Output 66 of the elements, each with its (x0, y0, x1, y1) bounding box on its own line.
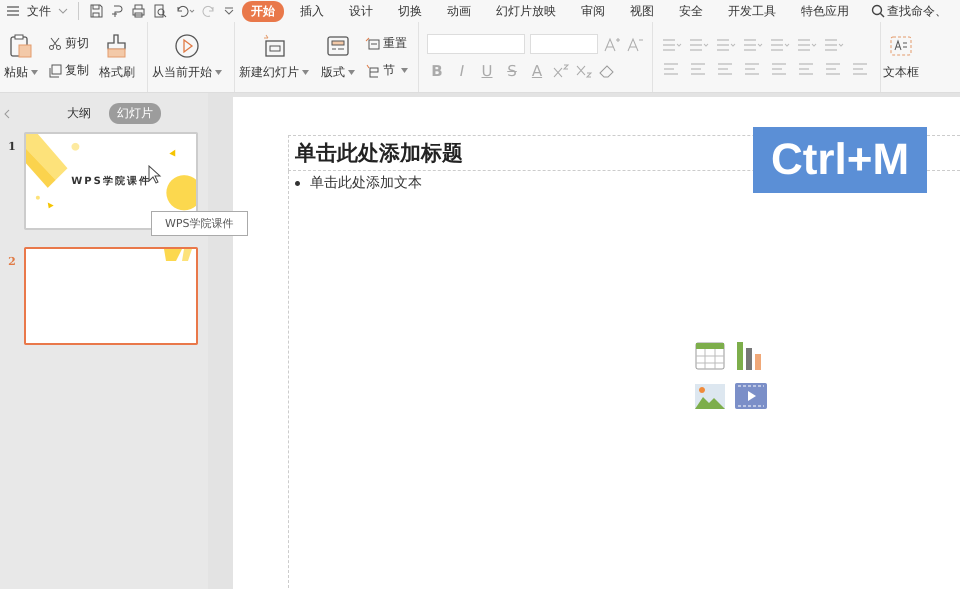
reset-icon (365, 36, 380, 50)
ribbon-tab[interactable]: 特色应用 (792, 0, 858, 22)
new-slide-button[interactable]: 新建幻灯片 (237, 33, 311, 81)
play-from-current-button[interactable]: 从当前开始 (150, 33, 224, 81)
text-box-button[interactable]: 文本框 (881, 33, 921, 81)
menu-icon[interactable] (6, 5, 20, 17)
table-icon[interactable] (695, 342, 725, 370)
section-button[interactable]: 节 (365, 62, 408, 79)
superscript-icon[interactable] (552, 63, 570, 79)
print-icon[interactable] (131, 4, 146, 18)
bullet-list-icon[interactable] (661, 37, 683, 53)
ribbon-tab[interactable]: 切换 (389, 0, 431, 22)
ribbon-tab[interactable]: 设计 (340, 0, 382, 22)
font-size-field[interactable] (530, 34, 598, 54)
view-tab[interactable]: 大纲 (59, 103, 99, 124)
redo-icon[interactable] (202, 4, 216, 18)
eraser-icon[interactable] (598, 63, 616, 79)
subscript-icon[interactable] (575, 63, 593, 79)
mouse-pointer-icon (148, 165, 162, 185)
ribbon-tab[interactable]: 插入 (291, 0, 333, 22)
play-icon (174, 33, 200, 59)
section-icon (365, 64, 380, 78)
layout-button[interactable]: 版式 (319, 33, 357, 81)
image-icon[interactable] (695, 382, 725, 410)
caret-down-icon (348, 70, 355, 76)
slide-thumbnail[interactable] (24, 247, 198, 345)
paste-button[interactable]: 粘贴 (2, 33, 40, 81)
chevron-down-icon[interactable] (58, 7, 68, 15)
body-placeholder-text: 单击此处添加文本 (310, 174, 422, 192)
search-icon (871, 4, 885, 18)
copy-icon (48, 64, 62, 78)
ribbon-tab[interactable]: 审阅 (572, 0, 614, 22)
file-menu[interactable]: 文件 (27, 2, 51, 20)
scissors-icon (48, 36, 62, 50)
copy-button[interactable]: 复制 (48, 62, 89, 79)
cut-button[interactable]: 剪切 (48, 35, 89, 52)
reset-button[interactable]: 重置 (365, 35, 408, 52)
shortcut-caption: Ctrl+M (753, 127, 928, 193)
thumbnail-title: WPS学院课件 (71, 174, 151, 188)
ribbon-tab[interactable]: 动画 (438, 0, 480, 22)
search-command[interactable]: 查找命令、 (871, 2, 947, 20)
tooltip: WPS学院课件 (151, 211, 248, 236)
ribbon-tab[interactable]: 幻灯片放映 (487, 0, 565, 22)
clipboard-icon (8, 33, 34, 59)
format-painter-button[interactable]: 格式刷 (97, 33, 137, 81)
new-slide-icon (261, 33, 287, 59)
caret-down-icon (302, 70, 309, 76)
collapse-icon[interactable] (3, 108, 11, 118)
undo-icon[interactable] (175, 4, 195, 18)
ribbon-tab[interactable]: 开发工具 (719, 0, 785, 22)
slide-decoration-drawing (164, 249, 192, 261)
ribbon-tab[interactable]: 安全 (670, 0, 712, 22)
bullet-icon (295, 180, 300, 186)
video-icon[interactable] (735, 382, 767, 410)
grow-font-icon[interactable] (603, 36, 621, 52)
shrink-font-icon[interactable] (626, 36, 644, 52)
slide-number: 2 (7, 255, 17, 268)
caret-down-icon (401, 68, 408, 73)
print-preview-icon[interactable] (153, 4, 168, 18)
ribbon-tab[interactable]: 视图 (621, 0, 663, 22)
caret-down-icon (31, 70, 38, 76)
font-name-field[interactable] (427, 34, 525, 54)
save-icon[interactable] (89, 4, 103, 18)
caret-down-icon (215, 70, 222, 76)
slide-number: 1 (7, 140, 17, 153)
customize-icon[interactable] (223, 6, 235, 16)
